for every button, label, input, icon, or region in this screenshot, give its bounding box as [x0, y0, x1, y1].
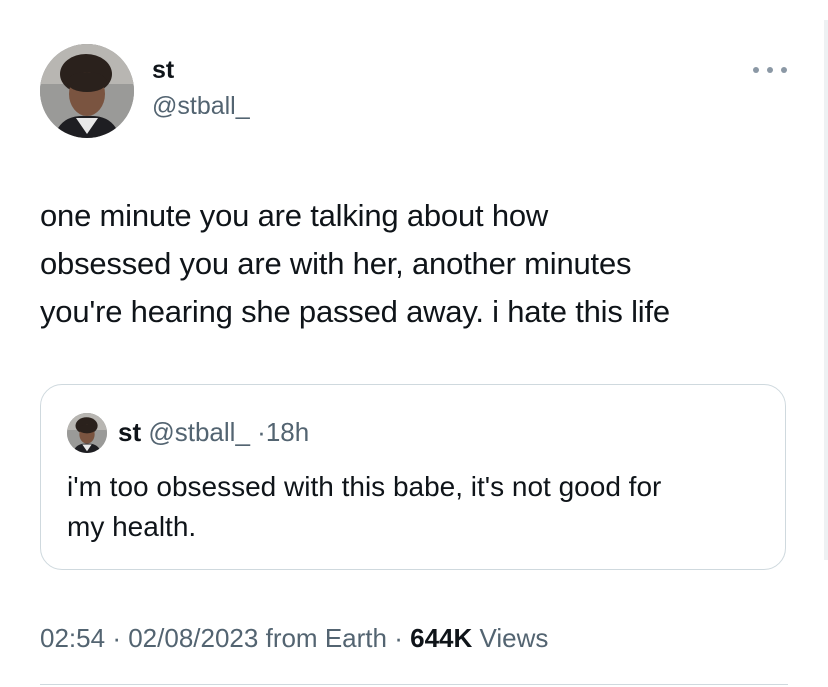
avatar-image: [40, 44, 134, 138]
quoted-text-line: i'm too obsessed with this babe, it's no…: [67, 471, 662, 502]
avatar[interactable]: [40, 44, 134, 138]
tweet-source: from Earth: [265, 623, 387, 653]
author-display-name[interactable]: st: [152, 54, 174, 86]
tweet-text-line: one minute you are talking about how: [40, 198, 549, 233]
quoted-tweet-header: st @stball_ ·18h: [118, 415, 309, 449]
quoted-separator: ·: [257, 417, 266, 447]
quoted-handle[interactable]: @stball_: [148, 417, 250, 447]
meta-separator: ·: [112, 623, 121, 653]
tweet-date[interactable]: 02/08/2023: [128, 623, 258, 653]
tweet-meta: 02:54 · 02/08/2023 from Earth · 644K Vie…: [40, 620, 548, 656]
tweet-text-line: you're hearing she passed away. i hate t…: [40, 294, 670, 329]
scrollbar-track: [824, 20, 828, 560]
views-count[interactable]: 644K: [410, 623, 472, 653]
quoted-text-line: my health.: [67, 511, 197, 542]
tweet-text: one minute you are talking about how obs…: [40, 192, 800, 336]
more-options-icon[interactable]: [753, 58, 787, 82]
views-label[interactable]: Views: [480, 623, 549, 653]
quoted-avatar-image: [67, 413, 107, 453]
quoted-time[interactable]: 18h: [266, 417, 309, 447]
more-dot: [767, 67, 773, 73]
quoted-display-name[interactable]: st: [118, 417, 141, 447]
more-dot: [781, 67, 787, 73]
divider: [40, 684, 788, 685]
tweet-text-line: obsessed you are with her, another minut…: [40, 246, 632, 281]
more-dot: [753, 67, 759, 73]
quoted-tweet-text: i'm too obsessed with this babe, it's no…: [67, 467, 767, 547]
quoted-tweet-avatar[interactable]: [67, 413, 107, 453]
quoted-tweet[interactable]: st @stball_ ·18h i'm too obsessed with t…: [40, 384, 786, 570]
meta-separator: ·: [394, 623, 403, 653]
author-handle[interactable]: @stball_: [152, 90, 250, 122]
tweet-time[interactable]: 02:54: [40, 623, 105, 653]
